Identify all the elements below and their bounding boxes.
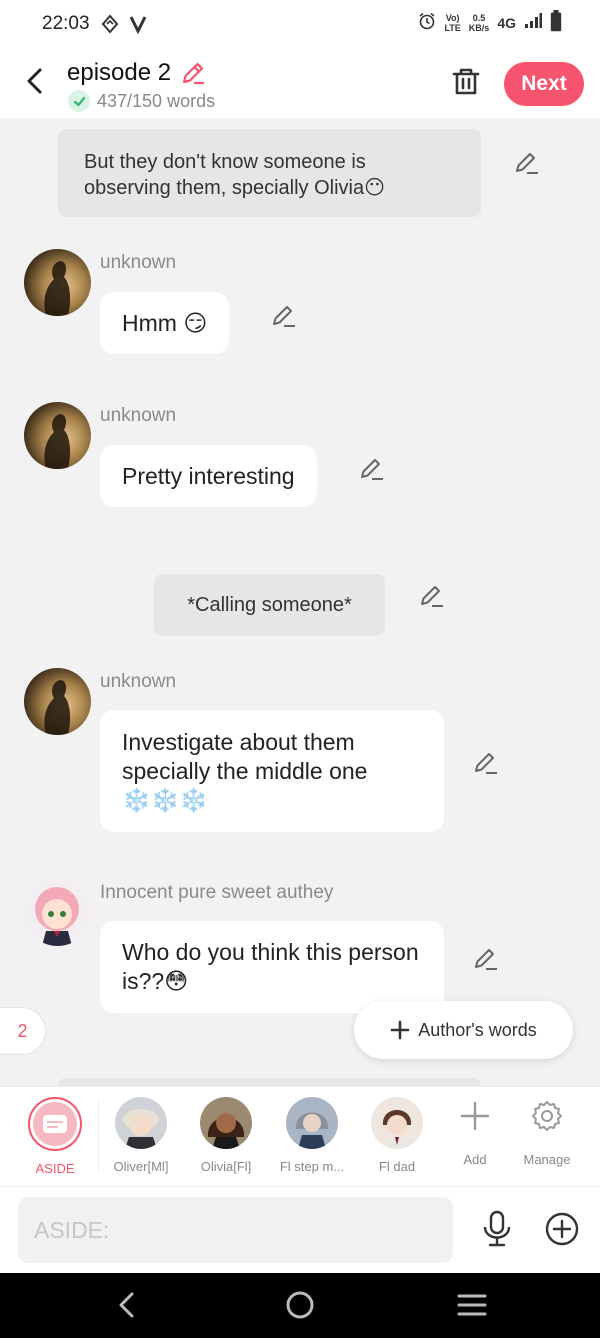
character-oliver[interactable]: Oliver[Ml] (101, 1097, 181, 1174)
next-message-bubble (58, 1078, 481, 1086)
character-fl-step-mom[interactable]: Fl step m... (272, 1097, 352, 1174)
edit-message-icon[interactable] (271, 303, 297, 329)
edit-message-icon[interactable] (419, 583, 445, 609)
character-label: Fl step m... (279, 1159, 345, 1174)
dialogue-bubble[interactable]: Hmm 😏 (100, 292, 230, 354)
character-aside[interactable]: ASIDE (15, 1097, 95, 1176)
manage-button[interactable]: Manage (512, 1099, 582, 1167)
episode-title[interactable]: episode 2 (67, 59, 171, 87)
system-navigation-bar (0, 1273, 600, 1338)
word-count: 437/150 words (68, 90, 215, 112)
microphone-icon (483, 1210, 511, 1247)
character-label: Fl dad (378, 1159, 416, 1174)
word-count-text: 437/150 words (97, 90, 216, 111)
back-arrow-icon (27, 68, 42, 94)
system-home-icon[interactable] (285, 1290, 315, 1325)
avatar[interactable] (24, 879, 91, 946)
character-label: Oliver[Ml] (113, 1159, 169, 1174)
input-bar (0, 1186, 600, 1273)
dialogue-bubble[interactable]: Who do you think this person is??😳 (100, 921, 444, 1013)
volte-indicator: Vo) LTE (444, 12, 461, 33)
signal-icon (524, 13, 542, 32)
speaker-name: Innocent pure sweet authey (100, 882, 334, 903)
add-label: Add (463, 1152, 487, 1167)
back-button[interactable] (18, 64, 52, 98)
aside-avatar (28, 1097, 82, 1151)
plus-icon (390, 1020, 410, 1040)
dialogue-bubble[interactable]: Pretty interesting (100, 445, 317, 507)
author-words-label: Author's words (418, 1019, 537, 1040)
manage-label: Manage (523, 1152, 571, 1167)
character-bar: ASIDE Oliver[Ml] Olivia[Fl] Fl step m...… (0, 1086, 600, 1186)
edit-title-icon[interactable] (180, 60, 206, 91)
edit-message-icon[interactable] (359, 456, 385, 482)
next-button[interactable]: Next (504, 62, 584, 106)
author-words-button[interactable]: Author's words (354, 1001, 573, 1059)
trash-icon (452, 68, 480, 95)
edit-message-icon[interactable] (514, 150, 540, 176)
system-back-icon[interactable] (114, 1290, 140, 1325)
character-avatar (286, 1097, 338, 1149)
network-speed: 0.5 KB/s (468, 12, 490, 33)
dialogue-bubble[interactable]: Investigate about them specially the mid… (100, 710, 444, 832)
status-time: 22:03 (42, 13, 90, 34)
narration-bubble[interactable]: *Calling someone* (154, 574, 385, 636)
add-media-button[interactable] (544, 1211, 580, 1252)
system-menu-icon[interactable] (457, 1290, 487, 1325)
unread-count-badge[interactable]: 2 (0, 1007, 46, 1055)
avatar[interactable] (24, 402, 91, 469)
status-bar: 22:03 Vo) LTE 0.5 KB/s 4G (0, 0, 600, 48)
character-label: Olivia[Fl] (200, 1159, 252, 1174)
character-label: ASIDE (35, 1161, 75, 1176)
divider (98, 1101, 99, 1171)
chat-area[interactable]: But they don't know someone is observing… (0, 118, 600, 1086)
character-avatar (200, 1097, 252, 1149)
microphone-button[interactable] (480, 1209, 514, 1254)
v-app-icon (128, 14, 148, 39)
delete-button[interactable] (449, 64, 483, 103)
character-avatar (115, 1097, 167, 1149)
alarm-icon (418, 12, 436, 33)
speaker-name: unknown (100, 671, 177, 692)
character-olivia[interactable]: Olivia[Fl] (186, 1097, 266, 1174)
character-fl-dad[interactable]: Fl dad (357, 1097, 437, 1174)
plus-icon (460, 1101, 490, 1131)
editor-header: episode 2 437/150 words Next (0, 48, 600, 118)
avatar[interactable] (24, 249, 91, 316)
speaker-name: unknown (100, 252, 177, 273)
status-icons: Vo) LTE 0.5 KB/s 4G (418, 10, 562, 35)
speaker-name: unknown (100, 405, 177, 426)
add-character-button[interactable]: Add (440, 1099, 510, 1167)
check-icon (68, 90, 90, 112)
edit-message-icon[interactable] (473, 946, 499, 972)
character-avatar (371, 1097, 423, 1149)
avatar[interactable] (24, 668, 91, 735)
narration-bubble[interactable]: But they don't know someone is observing… (58, 129, 481, 217)
message-input[interactable] (18, 1197, 453, 1263)
plus-circle-icon (545, 1212, 579, 1246)
battery-icon (550, 10, 562, 35)
gear-icon (532, 1101, 562, 1131)
edit-message-icon[interactable] (473, 750, 499, 776)
network-type: 4G (497, 14, 516, 31)
shield-icon (100, 14, 120, 39)
